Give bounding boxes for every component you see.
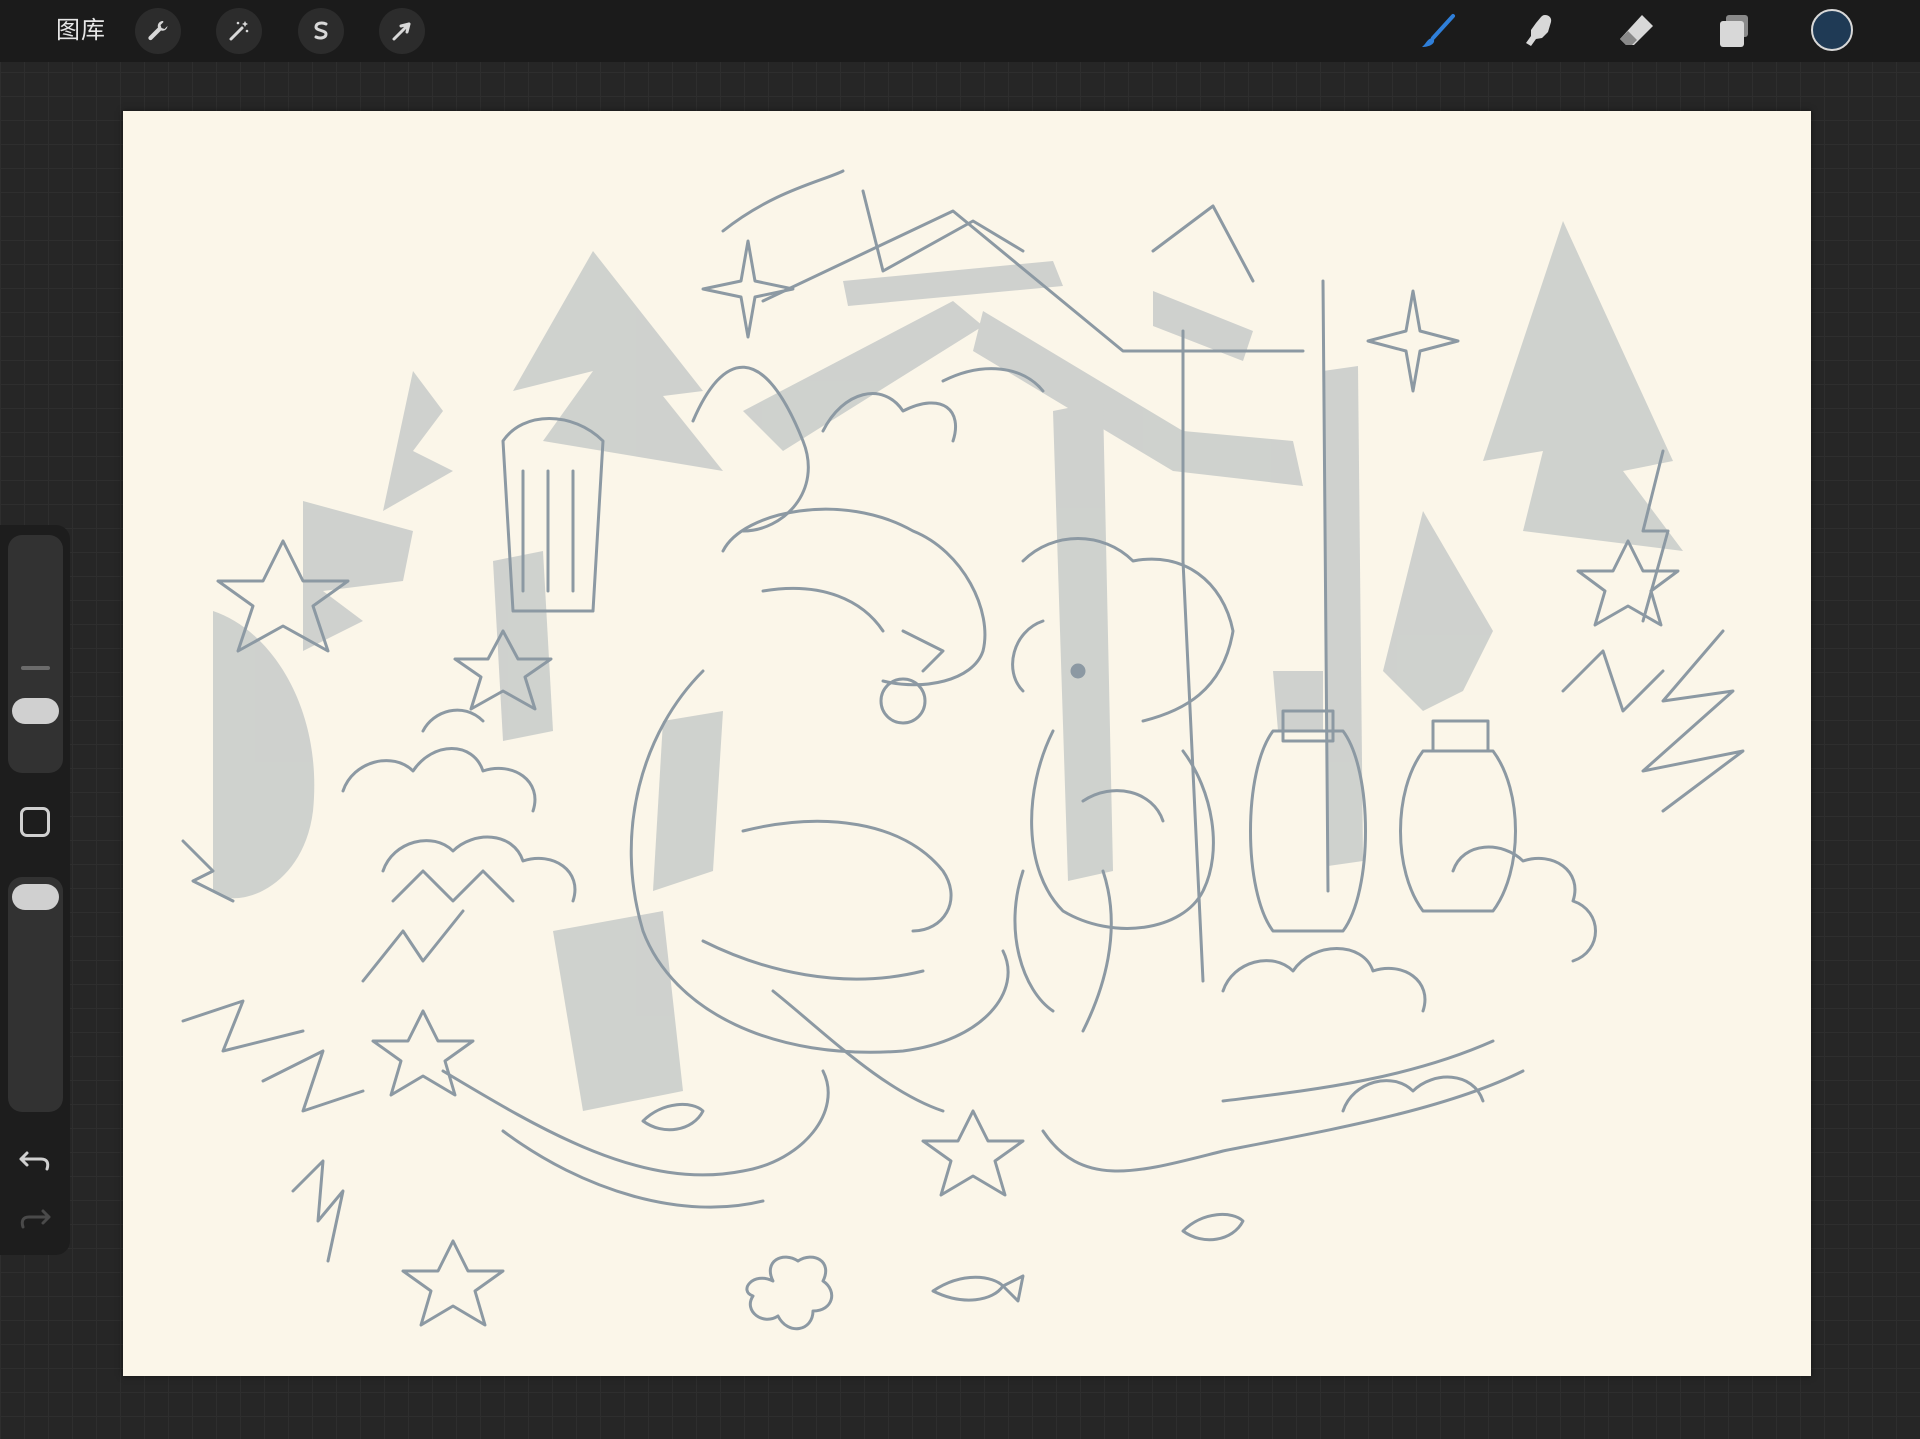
magic-wand-icon (229, 21, 249, 41)
adjustments-wand-button[interactable] (216, 8, 262, 54)
gallery-button[interactable]: 图库 (56, 15, 106, 47)
opacity-slider-thumb[interactable] (12, 884, 59, 910)
eraser-tool-button[interactable] (1613, 8, 1659, 54)
layers-icon (1720, 15, 1748, 47)
opacity-slider[interactable] (8, 877, 63, 1112)
undo-arrow-icon (19, 1151, 50, 1171)
brush-tool-button[interactable] (1416, 8, 1462, 54)
arrow-cursor-icon (392, 22, 411, 41)
selection-button[interactable] (298, 8, 344, 54)
brush-icon (1422, 14, 1455, 47)
redo-button[interactable] (17, 1199, 53, 1235)
size-slider-tick (21, 666, 50, 670)
transform-button[interactable] (379, 8, 425, 54)
smudge-tool-button[interactable] (1515, 8, 1561, 54)
ink-line-layer (181, 169, 1745, 1331)
redo-arrow-icon (20, 1209, 51, 1229)
modify-button[interactable] (20, 807, 50, 837)
brush-size-slider-thumb[interactable] (12, 698, 59, 724)
left-sidebar (0, 525, 70, 1255)
undo-button[interactable] (17, 1141, 53, 1177)
color-picker-swatch[interactable] (1811, 9, 1853, 51)
layers-button[interactable] (1711, 8, 1757, 54)
top-toolbar: 图库 (0, 0, 1920, 62)
brush-size-slider[interactable] (8, 535, 63, 773)
selection-s-icon (314, 21, 328, 40)
wrench-icon (148, 20, 168, 41)
drawing-canvas[interactable] (123, 111, 1811, 1376)
eraser-icon (1620, 15, 1653, 45)
sketch-artwork (181, 169, 1745, 1331)
actions-wrench-button[interactable] (135, 8, 181, 54)
smudge-finger-icon (1526, 15, 1552, 46)
ink-wash-layer (213, 221, 1683, 1111)
